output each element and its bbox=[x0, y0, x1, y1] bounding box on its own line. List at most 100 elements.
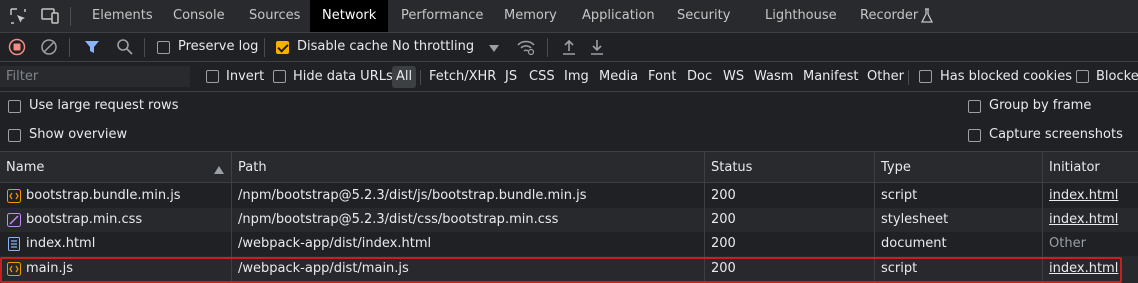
throttling-select[interactable]: No throttling bbox=[392, 39, 474, 54]
export-har-icon[interactable] bbox=[589, 38, 605, 60]
hide-data-urls-label: Hide data URLs bbox=[293, 69, 393, 84]
toolbar-divider bbox=[69, 38, 70, 57]
requests-table-header: Name Path Status Type Initiator bbox=[0, 152, 1138, 183]
filter-funnel-icon[interactable] bbox=[84, 39, 100, 59]
filter-type-other[interactable]: Other bbox=[867, 66, 904, 88]
tab-lighthouse[interactable]: Lighthouse bbox=[765, 0, 837, 32]
request-status: 200 bbox=[711, 236, 736, 251]
request-name: bootstrap.bundle.min.js bbox=[26, 188, 181, 203]
filter-type-manifest[interactable]: Manifest bbox=[803, 66, 858, 88]
large-rows-checkbox[interactable] bbox=[8, 100, 21, 113]
network-toolbar: Preserve log Disable cache No throttling bbox=[0, 33, 1138, 62]
column-resizer[interactable] bbox=[874, 152, 875, 283]
filter-type-doc[interactable]: Doc bbox=[687, 66, 712, 88]
invert-label: Invert bbox=[226, 69, 265, 84]
filter-input[interactable] bbox=[0, 66, 190, 87]
filter-type-font[interactable]: Font bbox=[648, 66, 676, 88]
toolbar-divider bbox=[547, 38, 548, 57]
request-status: 200 bbox=[711, 261, 736, 276]
stop-recording-icon[interactable] bbox=[8, 38, 26, 60]
has-blocked-cookies-checkbox[interactable] bbox=[919, 70, 932, 83]
filter-divider bbox=[908, 70, 909, 85]
column-resizer[interactable] bbox=[704, 152, 705, 283]
inspect-element-icon[interactable] bbox=[9, 7, 27, 29]
filter-type-js[interactable]: JS bbox=[505, 66, 517, 88]
network-settings-pane: Use large request rows Show overview Gro… bbox=[0, 92, 1138, 152]
search-icon[interactable] bbox=[116, 38, 134, 60]
request-status: 200 bbox=[711, 212, 736, 227]
request-path: /webpack-app/dist/main.js bbox=[238, 261, 409, 276]
blocked-requests-label: Blocked bbox=[1096, 69, 1138, 84]
filter-type-wasm[interactable]: Wasm bbox=[754, 66, 793, 88]
column-header-status[interactable]: Status bbox=[705, 152, 752, 183]
column-header-path[interactable]: Path bbox=[232, 152, 267, 183]
tab-memory[interactable]: Memory bbox=[504, 0, 557, 32]
request-initiator-link[interactable]: index.html bbox=[1043, 208, 1118, 232]
request-initiator: Other bbox=[1049, 236, 1086, 251]
request-path: /npm/bootstrap@5.2.3/dist/js/bootstrap.b… bbox=[238, 188, 587, 203]
toolbar-divider bbox=[264, 38, 265, 57]
request-initiator-link[interactable]: index.html bbox=[1043, 184, 1118, 208]
toolbar-divider bbox=[144, 38, 145, 57]
hide-data-urls-checkbox[interactable] bbox=[273, 70, 286, 83]
request-name: index.html bbox=[26, 236, 96, 251]
stylesheet-file-icon bbox=[7, 213, 21, 227]
tab-sources[interactable]: Sources bbox=[249, 0, 300, 32]
request-type: script bbox=[881, 261, 918, 276]
tab-application[interactable]: Application bbox=[582, 0, 655, 32]
column-header-name[interactable]: Name bbox=[0, 152, 44, 183]
request-type: stylesheet bbox=[881, 212, 949, 227]
table-row[interactable]: bootstrap.bundle.min.js /npm/bootstrap@5… bbox=[0, 184, 1138, 208]
tab-console[interactable]: Console bbox=[173, 0, 225, 32]
chevron-down-icon[interactable] bbox=[489, 42, 499, 57]
request-path: /webpack-app/dist/index.html bbox=[238, 236, 432, 251]
show-overview-label: Show overview bbox=[29, 127, 128, 142]
import-har-icon[interactable] bbox=[561, 38, 577, 60]
has-blocked-cookies-label: Has blocked cookies bbox=[940, 69, 1073, 84]
blocked-requests-checkbox[interactable] bbox=[1076, 70, 1089, 83]
table-row[interactable]: index.html /webpack-app/dist/index.html … bbox=[0, 232, 1138, 256]
filter-type-all[interactable]: All bbox=[392, 66, 417, 88]
flask-experimental-icon bbox=[920, 8, 934, 28]
request-initiator-link[interactable]: index.html bbox=[1043, 257, 1118, 281]
table-row[interactable]: bootstrap.min.css /npm/bootstrap@5.2.3/d… bbox=[0, 208, 1138, 232]
filter-bar: Invert Hide data URLs All Fetch/XHR JS C… bbox=[0, 62, 1138, 92]
capture-screenshots-checkbox[interactable] bbox=[968, 129, 981, 142]
disable-cache-label: Disable cache bbox=[297, 39, 388, 54]
preserve-log-checkbox[interactable] bbox=[157, 41, 170, 54]
column-resizer[interactable] bbox=[231, 152, 232, 283]
device-toolbar-icon[interactable] bbox=[40, 7, 60, 29]
filter-type-img[interactable]: Img bbox=[564, 66, 589, 88]
devtools-tab-bar: Elements Console Sources Network Perform… bbox=[0, 0, 1138, 33]
filter-divider bbox=[420, 70, 421, 85]
network-conditions-icon[interactable] bbox=[516, 38, 536, 60]
tab-elements[interactable]: Elements bbox=[92, 0, 153, 32]
clear-icon[interactable] bbox=[40, 38, 58, 60]
tab-security[interactable]: Security bbox=[677, 0, 730, 32]
column-header-initiator[interactable]: Initiator bbox=[1043, 152, 1100, 183]
preserve-log-label: Preserve log bbox=[178, 39, 259, 54]
filter-type-media[interactable]: Media bbox=[599, 66, 638, 88]
table-row-selected[interactable]: main.js /webpack-app/dist/main.js 200 sc… bbox=[0, 256, 1138, 283]
request-type: script bbox=[881, 188, 918, 203]
tab-recorder[interactable]: Recorder bbox=[860, 0, 918, 32]
column-header-type[interactable]: Type bbox=[875, 152, 911, 183]
filter-type-ws[interactable]: WS bbox=[723, 66, 744, 88]
tab-performance[interactable]: Performance bbox=[401, 0, 483, 32]
filter-type-css[interactable]: CSS bbox=[529, 66, 555, 88]
column-resizer[interactable] bbox=[1042, 152, 1043, 283]
show-overview-checkbox[interactable] bbox=[8, 129, 21, 142]
request-name: main.js bbox=[26, 261, 73, 276]
group-by-frame-checkbox[interactable] bbox=[968, 100, 981, 113]
large-rows-label: Use large request rows bbox=[29, 98, 179, 113]
tab-network[interactable]: Network bbox=[310, 0, 389, 32]
request-type: document bbox=[881, 236, 947, 251]
request-path: /npm/bootstrap@5.2.3/dist/css/bootstrap.… bbox=[238, 212, 559, 227]
sort-ascending-icon[interactable] bbox=[214, 163, 224, 178]
invert-checkbox[interactable] bbox=[206, 70, 219, 83]
disable-cache-checkbox[interactable] bbox=[276, 41, 289, 54]
script-file-icon bbox=[7, 189, 21, 203]
script-file-icon bbox=[7, 262, 21, 276]
group-by-frame-label: Group by frame bbox=[989, 98, 1092, 113]
filter-type-fetch-xhr[interactable]: Fetch/XHR bbox=[429, 66, 496, 88]
